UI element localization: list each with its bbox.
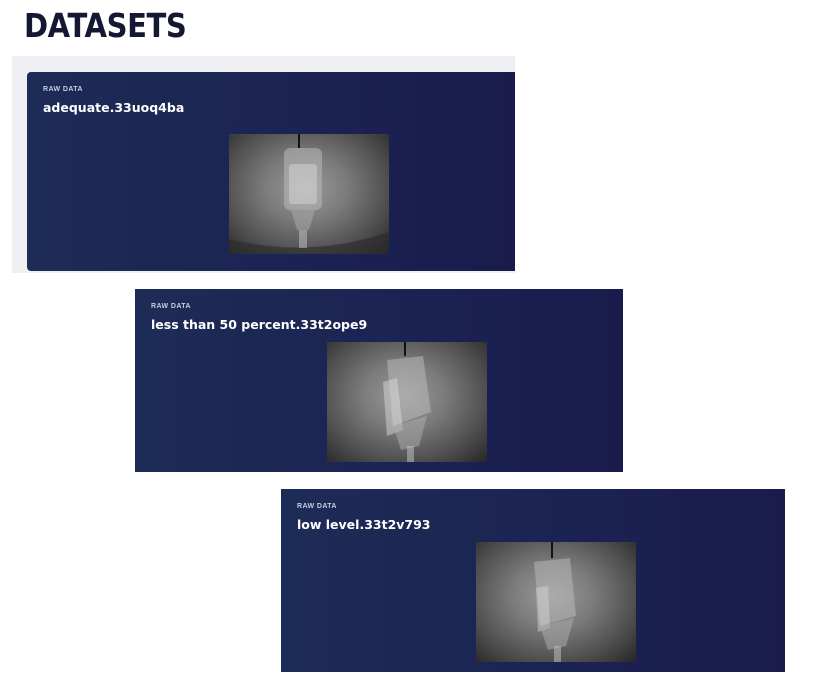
iv-bag-photo xyxy=(383,342,431,462)
dataset-type-label: RAW DATA xyxy=(297,503,337,510)
iv-bag-photo xyxy=(229,134,389,254)
dataset-name: less than 50 percent.33t2ope9 xyxy=(151,317,368,332)
dataset-thumbnail[interactable] xyxy=(476,542,636,662)
dataset-thumbnail[interactable] xyxy=(327,342,487,462)
dataset-thumbnail[interactable] xyxy=(229,134,389,254)
dataset-card[interactable]: RAW DATA low level.33t2v793 xyxy=(281,489,785,672)
dataset-card[interactable]: RAW DATA less than 50 percent.33t2ope9 xyxy=(135,289,623,472)
dataset-type-label: RAW DATA xyxy=(151,303,191,310)
dataset-type-label: RAW DATA xyxy=(43,86,83,93)
iv-bag-photo xyxy=(534,542,576,662)
page-title: DATASETS xyxy=(24,6,187,45)
dataset-name: adequate.33uoq4ba xyxy=(43,100,185,115)
dataset-name: low level.33t2v793 xyxy=(297,517,431,532)
dataset-card[interactable]: RAW DATA adequate.33uoq4ba xyxy=(27,72,515,271)
